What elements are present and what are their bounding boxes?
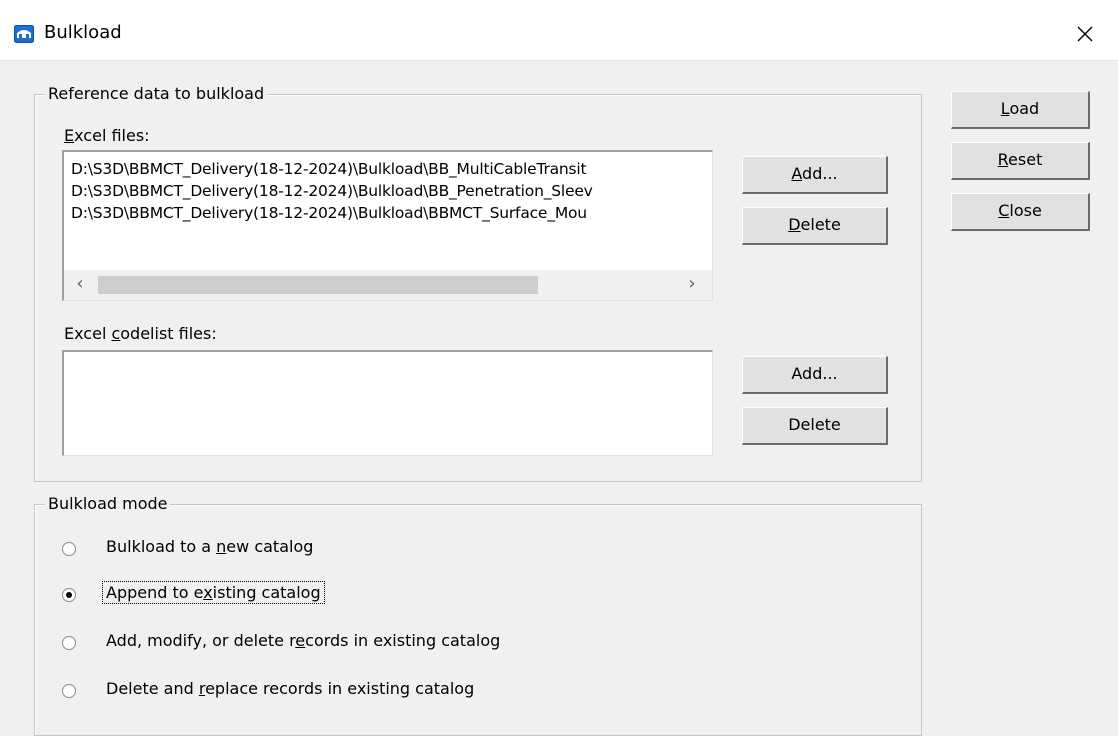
reset-button[interactable]: Reset (951, 142, 1090, 180)
radio-button[interactable] (62, 542, 76, 556)
excel-delete-button[interactable]: Delete (742, 207, 888, 245)
codelist-files-label: Excel codelist files: (64, 324, 217, 343)
close-icon[interactable] (1068, 17, 1102, 51)
codelist-files-list[interactable] (62, 350, 713, 456)
horizontal-scrollbar[interactable]: ‹ › (64, 270, 712, 300)
excel-files-list[interactable]: D:\S3D\BBMCT_Delivery(18-12-2024)\Bulklo… (62, 150, 713, 301)
excel-files-label: Excel files: (64, 126, 150, 145)
codelist-add-button[interactable]: Add... (742, 356, 888, 394)
window-title: Bulkload (44, 22, 122, 43)
scrollbar-thumb[interactable] (98, 276, 538, 294)
reference-data-group-title: Reference data to bulkload (45, 84, 268, 103)
radio-label[interactable]: Append to existing catalog (102, 581, 325, 604)
chevron-right-icon[interactable]: › (682, 273, 702, 294)
radio-selected-dot (66, 592, 72, 598)
list-item[interactable]: D:\S3D\BBMCT_Delivery(18-12-2024)\Bulklo… (71, 160, 587, 178)
radio-button[interactable] (62, 684, 76, 698)
bulkload-dialog: Bulkload Reference data to bulkload Exce… (0, 0, 1118, 736)
radio-button[interactable] (62, 588, 76, 602)
radio-button[interactable] (62, 636, 76, 650)
list-item[interactable]: D:\S3D\BBMCT_Delivery(18-12-2024)\Bulklo… (71, 182, 593, 200)
excel-add-button[interactable]: Add... (742, 156, 888, 194)
chevron-left-icon[interactable]: ‹ (70, 273, 90, 294)
close-button[interactable]: Close (951, 193, 1090, 231)
list-item[interactable]: D:\S3D\BBMCT_Delivery(18-12-2024)\Bulklo… (71, 204, 587, 222)
bulkload-app-icon (14, 25, 34, 43)
radio-label[interactable]: Bulkload to a new catalog (106, 537, 313, 556)
radio-label[interactable]: Delete and replace records in existing c… (106, 679, 474, 698)
bulkload-mode-group-title: Bulkload mode (45, 494, 171, 513)
codelist-delete-button[interactable]: Delete (742, 407, 888, 445)
radio-label[interactable]: Add, modify, or delete records in existi… (106, 631, 500, 650)
title-bar: Bulkload (0, 0, 1118, 61)
load-button[interactable]: Load (951, 91, 1090, 129)
